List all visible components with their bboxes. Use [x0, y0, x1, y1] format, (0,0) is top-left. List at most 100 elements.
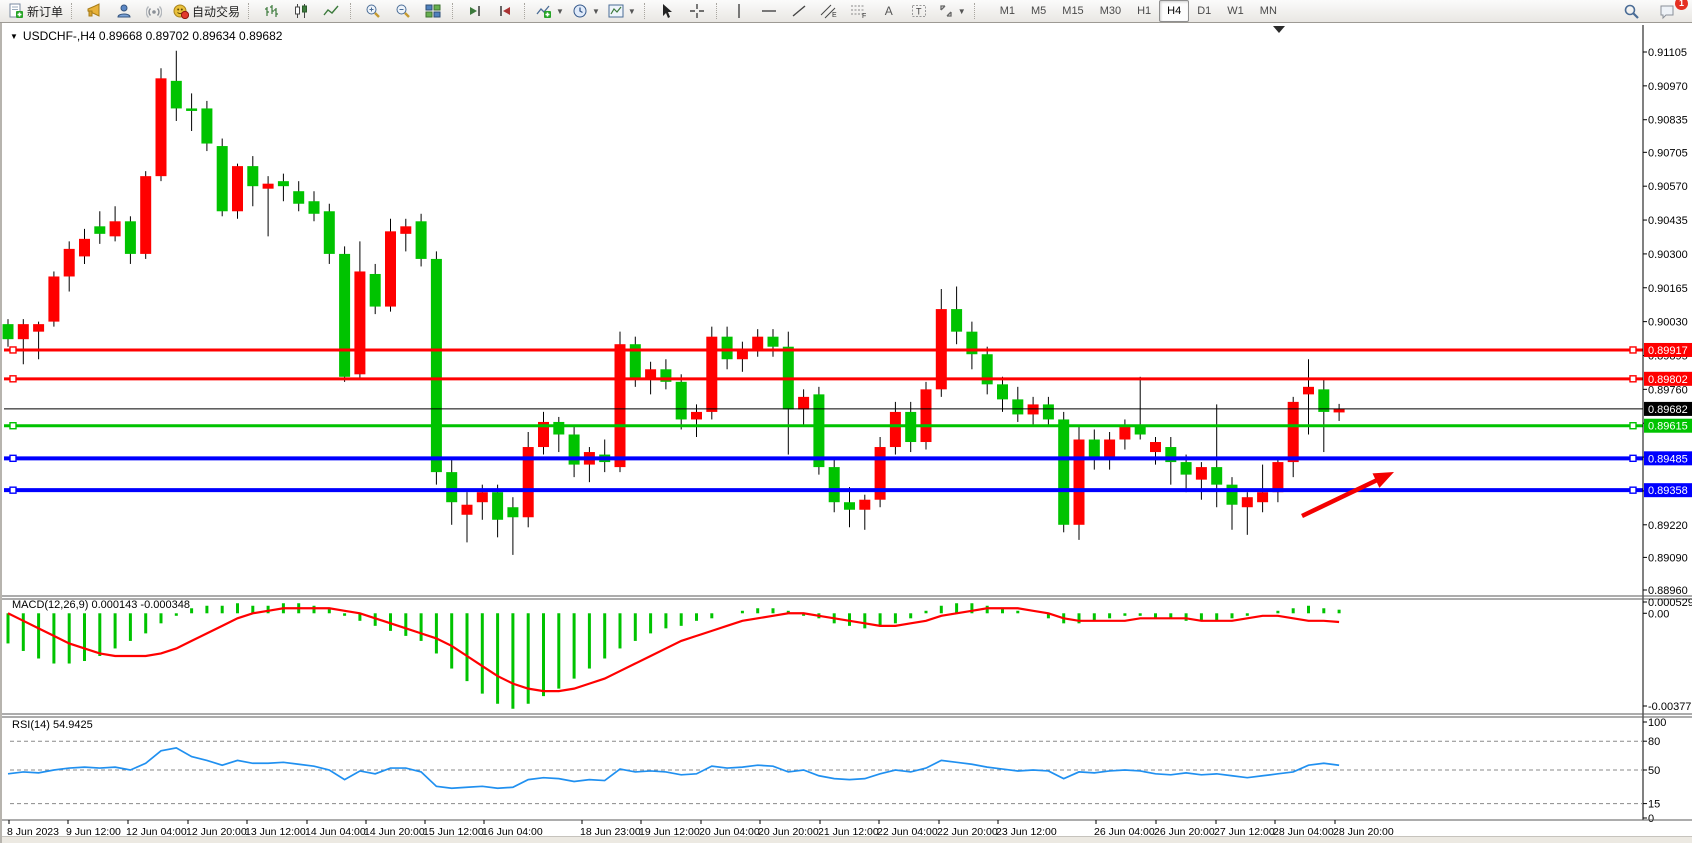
- svg-text:50: 50: [1648, 765, 1660, 777]
- channel-icon: E: [820, 3, 838, 19]
- search-button[interactable]: [1616, 0, 1646, 22]
- indicators-button[interactable]: ▼: [532, 0, 568, 22]
- candlestick-mode-button[interactable]: [286, 0, 316, 22]
- crosshair-icon: [689, 3, 705, 19]
- new-order-icon: [8, 3, 24, 19]
- timeframe-h1-button[interactable]: H1: [1129, 0, 1159, 22]
- toolbar-separator: [644, 3, 648, 19]
- zoom-in-icon: [365, 3, 381, 19]
- svg-text:0.000529: 0.000529: [1648, 597, 1692, 609]
- svg-text:0.90165: 0.90165: [1648, 283, 1688, 295]
- svg-text:T: T: [916, 7, 922, 17]
- chevron-down-icon: ▼: [10, 32, 18, 41]
- chart-shift-button[interactable]: [490, 0, 520, 22]
- fibonacci-tool[interactable]: F: [844, 0, 874, 22]
- chevron-down-icon: ▼: [592, 7, 600, 16]
- timeframe-m1-button[interactable]: M1: [992, 0, 1023, 22]
- tile-windows-icon: [425, 3, 441, 19]
- zoom-out-button[interactable]: [388, 0, 418, 22]
- line-chart-icon: [323, 3, 339, 19]
- zoom-out-icon: [395, 3, 411, 19]
- chevron-down-icon: ▼: [958, 7, 966, 16]
- timeframe-m30-button[interactable]: M30: [1092, 0, 1129, 22]
- signals-button[interactable]: [139, 0, 169, 22]
- timeframe-toolbar: M1M5M15M30H1H4D1W1MN: [992, 0, 1285, 22]
- cursor-icon: [659, 3, 675, 19]
- timeframe-d1-button[interactable]: D1: [1189, 0, 1219, 22]
- svg-text:0.89917: 0.89917: [1648, 345, 1688, 357]
- auto-trading-icon: [173, 3, 189, 19]
- zoom-in-button[interactable]: [358, 0, 388, 22]
- timeframe-w1-button[interactable]: W1: [1219, 0, 1252, 22]
- bar-chart-icon: [263, 3, 279, 19]
- notification-badge: 1: [1675, 0, 1688, 10]
- toolbar-separator: [974, 3, 978, 19]
- timeframe-mn-button[interactable]: MN: [1252, 0, 1285, 22]
- svg-text:15: 15: [1648, 799, 1660, 811]
- svg-text:-0.003771: -0.003771: [1648, 701, 1692, 713]
- symbol-title[interactable]: ▼ USDCHF-,H4 0.89668 0.89702 0.89634 0.8…: [10, 29, 282, 43]
- new-order-button[interactable]: 新订单: [4, 0, 67, 22]
- new-order-label: 新订单: [27, 3, 63, 20]
- svg-text:0.90970: 0.90970: [1648, 81, 1688, 93]
- vertical-line-tool[interactable]: [724, 0, 754, 22]
- template-icon: [608, 3, 624, 19]
- chart-window: ▼ USDCHF-,H4 0.89668 0.89702 0.89634 0.8…: [0, 23, 1692, 843]
- notifications-button[interactable]: 1: [1652, 0, 1682, 22]
- svg-text:0.89615: 0.89615: [1648, 421, 1688, 433]
- svg-text:0.90030: 0.90030: [1648, 317, 1688, 329]
- svg-text:100: 100: [1648, 717, 1666, 729]
- toolbar-separator: [716, 3, 720, 19]
- line-chart-mode-button[interactable]: [316, 0, 346, 22]
- arrows-tool[interactable]: ▼: [934, 0, 970, 22]
- svg-text:F: F: [862, 13, 866, 19]
- horizontal-line-tool[interactable]: [754, 0, 784, 22]
- svg-text:0.91105: 0.91105: [1648, 47, 1687, 59]
- auto-trading-label: 自动交易: [192, 3, 240, 20]
- price-chart-canvas[interactable]: 0.911050.909700.908350.907050.905700.904…: [2, 23, 1692, 843]
- window-bottom-edge: [2, 836, 1692, 843]
- arrows-icon: [938, 3, 954, 19]
- auto-trading-button[interactable]: 自动交易: [169, 0, 244, 22]
- macd-indicator-label: MACD(12,26,9) 0.000143 -0.000348: [12, 599, 190, 611]
- channel-tool[interactable]: E: [814, 0, 844, 22]
- periods-button[interactable]: ▼: [568, 0, 604, 22]
- svg-text:0.89220: 0.89220: [1648, 520, 1688, 532]
- toolbar-separator: [248, 3, 252, 19]
- text-tool[interactable]: A: [874, 0, 904, 22]
- bar-chart-mode-button[interactable]: [256, 0, 286, 22]
- templates-button[interactable]: ▼: [604, 0, 640, 22]
- svg-text:0.90435: 0.90435: [1648, 215, 1688, 227]
- cursor-button[interactable]: [652, 0, 682, 22]
- svg-text:0.89090: 0.89090: [1648, 552, 1688, 564]
- auto-scroll-icon: [467, 3, 483, 19]
- toolbar-separator: [524, 3, 528, 19]
- alerts-button[interactable]: [79, 0, 109, 22]
- auto-scroll-button[interactable]: [460, 0, 490, 22]
- timeframe-m5-button[interactable]: M5: [1023, 0, 1054, 22]
- svg-text:0.90705: 0.90705: [1648, 147, 1688, 159]
- chat-bubble-icon: [1659, 3, 1676, 20]
- svg-text:0.88960: 0.88960: [1648, 585, 1688, 597]
- svg-text:0.89802: 0.89802: [1648, 374, 1688, 386]
- text-label-tool[interactable]: T: [904, 0, 934, 22]
- trendline-tool[interactable]: [784, 0, 814, 22]
- svg-text:0: 0: [1648, 813, 1654, 825]
- svg-text:80: 80: [1648, 736, 1660, 748]
- chart-shift-icon: [497, 3, 513, 19]
- text-icon: A: [885, 4, 893, 18]
- timeframe-h4-button[interactable]: H4: [1159, 0, 1189, 22]
- search-icon: [1623, 3, 1640, 20]
- clock-icon: [572, 3, 588, 19]
- trendline-icon: [791, 3, 807, 19]
- candlestick-icon: [293, 3, 309, 19]
- timeframe-m15-button[interactable]: M15: [1054, 0, 1091, 22]
- svg-text:0.90835: 0.90835: [1648, 115, 1688, 127]
- tile-windows-button[interactable]: [418, 0, 448, 22]
- vertical-line-icon: [732, 3, 746, 19]
- crosshair-button[interactable]: [682, 0, 712, 22]
- horizontal-line-icon: [761, 3, 777, 19]
- text-label-icon: T: [911, 3, 927, 19]
- horn-icon: [86, 3, 102, 19]
- profile-button[interactable]: [109, 0, 139, 22]
